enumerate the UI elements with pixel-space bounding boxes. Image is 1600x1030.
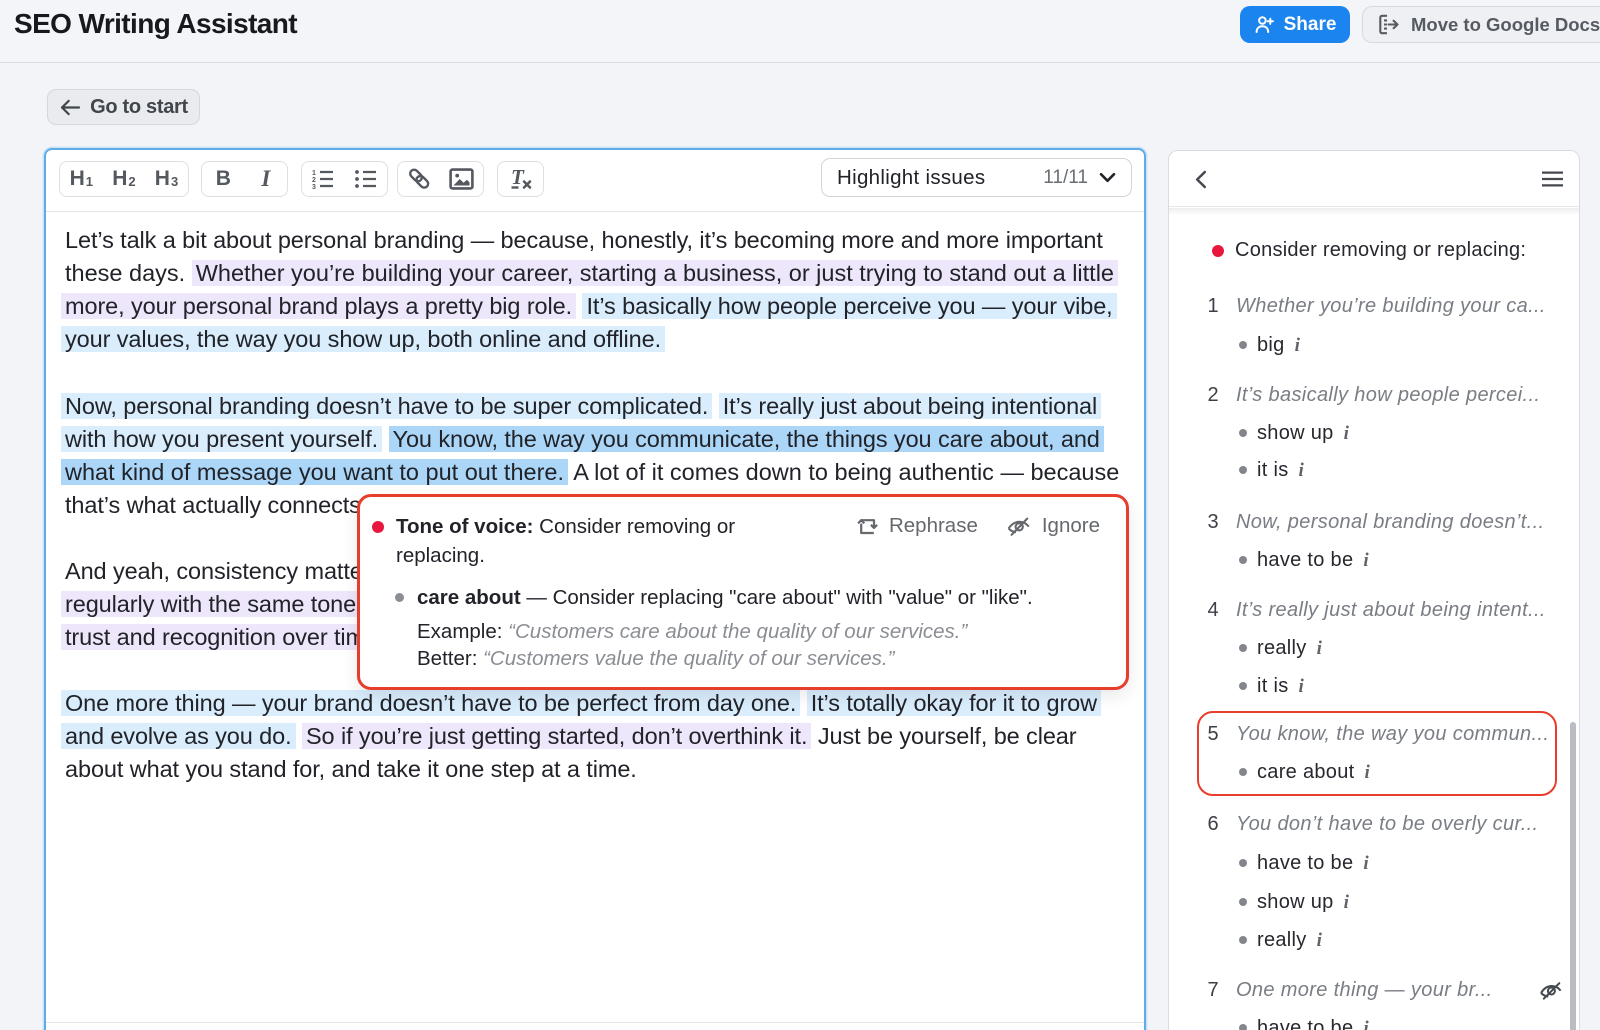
svg-text:3: 3 — [312, 184, 316, 190]
svg-text:2: 2 — [312, 177, 316, 184]
svg-text:1: 1 — [312, 170, 316, 177]
svg-text:T: T — [511, 167, 525, 189]
